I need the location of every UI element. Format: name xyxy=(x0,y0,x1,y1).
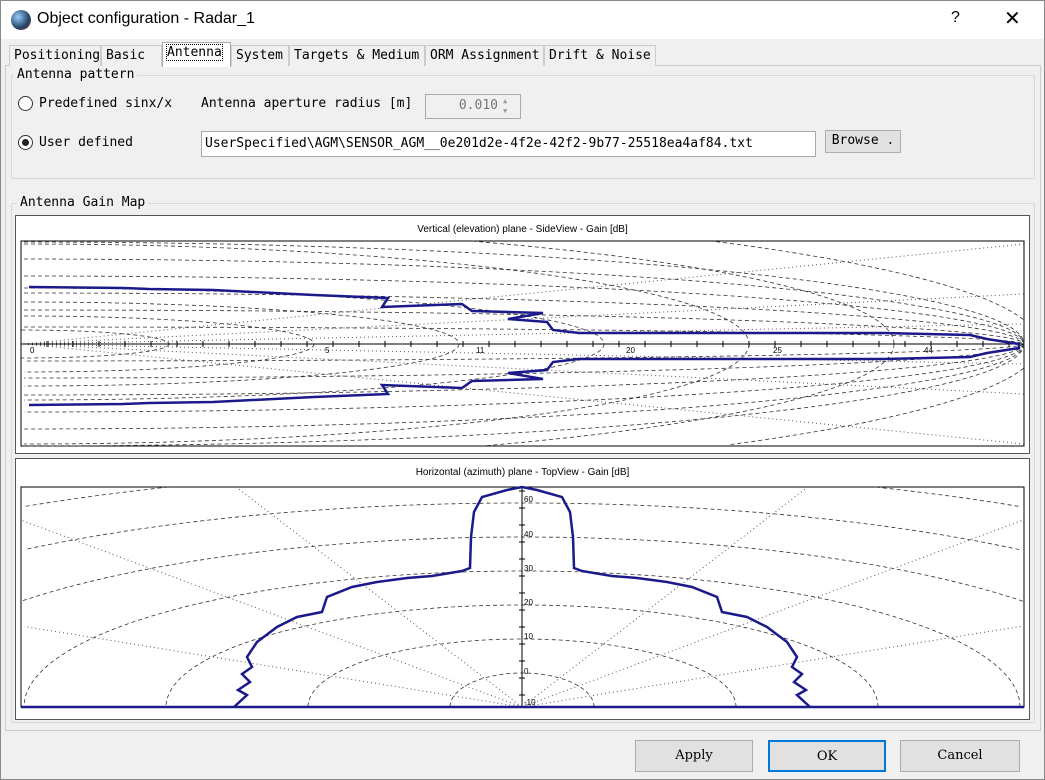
tick-label: 11 xyxy=(476,346,485,355)
tab-targets-medium[interactable]: Targets & Medium xyxy=(289,45,425,66)
side-view-plot: 0 5 11 20 25 44 xyxy=(20,240,1025,447)
ok-button[interactable]: OK xyxy=(768,740,886,772)
tick-label: 0 xyxy=(30,346,35,355)
tick-label: 5 xyxy=(325,346,330,355)
antenna-pattern-group xyxy=(11,75,1035,179)
help-button[interactable]: ? xyxy=(951,9,960,27)
range-ring xyxy=(24,287,605,345)
range-ring xyxy=(24,241,1025,344)
antenna-pattern-label: Antenna pattern xyxy=(14,67,138,82)
range-ring xyxy=(24,343,460,387)
apply-button[interactable]: Apply xyxy=(635,740,753,772)
side-view-title: Vertical (elevation) plane - SideView - … xyxy=(417,224,628,235)
tab-orm-assignment[interactable]: ORM Assignment xyxy=(425,45,544,66)
tick-label: 0 xyxy=(524,667,529,676)
top-view-plot: 60 40 30 20 10 0 -10 xyxy=(20,485,1025,709)
tick-label: 10 xyxy=(524,632,533,641)
app-icon xyxy=(11,10,31,30)
user-defined-label: User defined xyxy=(39,135,133,150)
predefined-radio[interactable] xyxy=(18,96,33,111)
tab-drift-noise[interactable]: Drift & Noise xyxy=(544,45,656,66)
side-view-chart: 0 5 11 20 25 44 Vertical (elevation) plane - … xyxy=(15,215,1030,454)
angle-line xyxy=(236,487,523,708)
tab-system[interactable]: System xyxy=(231,45,289,66)
range-ring xyxy=(24,326,1025,345)
close-button[interactable]: ✕ xyxy=(1004,6,1021,31)
angle-line xyxy=(20,519,523,708)
range-ring xyxy=(21,329,170,344)
tab-antenna[interactable]: Antenna xyxy=(162,42,231,67)
tab-antenna-label: Antenna xyxy=(166,44,223,61)
top-view-chart: 60 40 30 20 10 0 -10 Horizontal (azimuth) plan… xyxy=(15,458,1030,720)
range-ring xyxy=(24,344,315,373)
angle-line xyxy=(521,519,1024,708)
cancel-button[interactable]: Cancel xyxy=(900,740,1020,772)
angle-line xyxy=(25,626,523,708)
range-ring xyxy=(716,241,1024,321)
aperture-spinner[interactable]: ▲ ▼ xyxy=(503,96,507,116)
gain-map-label: Antenna Gain Map xyxy=(17,195,149,210)
range-ring xyxy=(24,315,315,344)
tick-label: 44 xyxy=(924,346,933,355)
range-ring xyxy=(25,486,169,507)
tick-label: 30 xyxy=(524,564,533,573)
tick-label: 20 xyxy=(626,346,635,355)
tick-label: -10 xyxy=(524,698,536,707)
angle-line xyxy=(521,625,1024,708)
window-title: Object configuration - Radar_1 xyxy=(37,10,255,27)
range-ring xyxy=(24,258,1025,344)
tab-positioning[interactable]: Positioning xyxy=(9,45,101,66)
tick-label: 25 xyxy=(773,346,782,355)
aperture-label: Antenna aperture radius [m] xyxy=(201,96,413,111)
range-ring xyxy=(24,344,1025,430)
tick-label: 60 xyxy=(524,495,533,504)
range-ring xyxy=(21,344,170,359)
range-ring xyxy=(875,486,1019,507)
angle-line xyxy=(521,487,808,708)
tick-label: 40 xyxy=(524,530,533,539)
user-defined-radio[interactable] xyxy=(18,135,33,150)
tab-basic[interactable]: Basic xyxy=(101,45,162,66)
range-ring xyxy=(24,301,460,345)
angle-line xyxy=(23,343,1025,395)
top-view-title: Horizontal (azimuth) plane - TopView - G… xyxy=(415,467,630,478)
tick-label: 20 xyxy=(524,598,533,607)
file-path-input[interactable]: UserSpecified\AGM\SENSOR_AGM__0e201d2e-4… xyxy=(201,131,816,157)
predefined-label: Predefined sinx/x xyxy=(39,96,173,111)
browse-button[interactable]: Browse . xyxy=(825,130,901,153)
